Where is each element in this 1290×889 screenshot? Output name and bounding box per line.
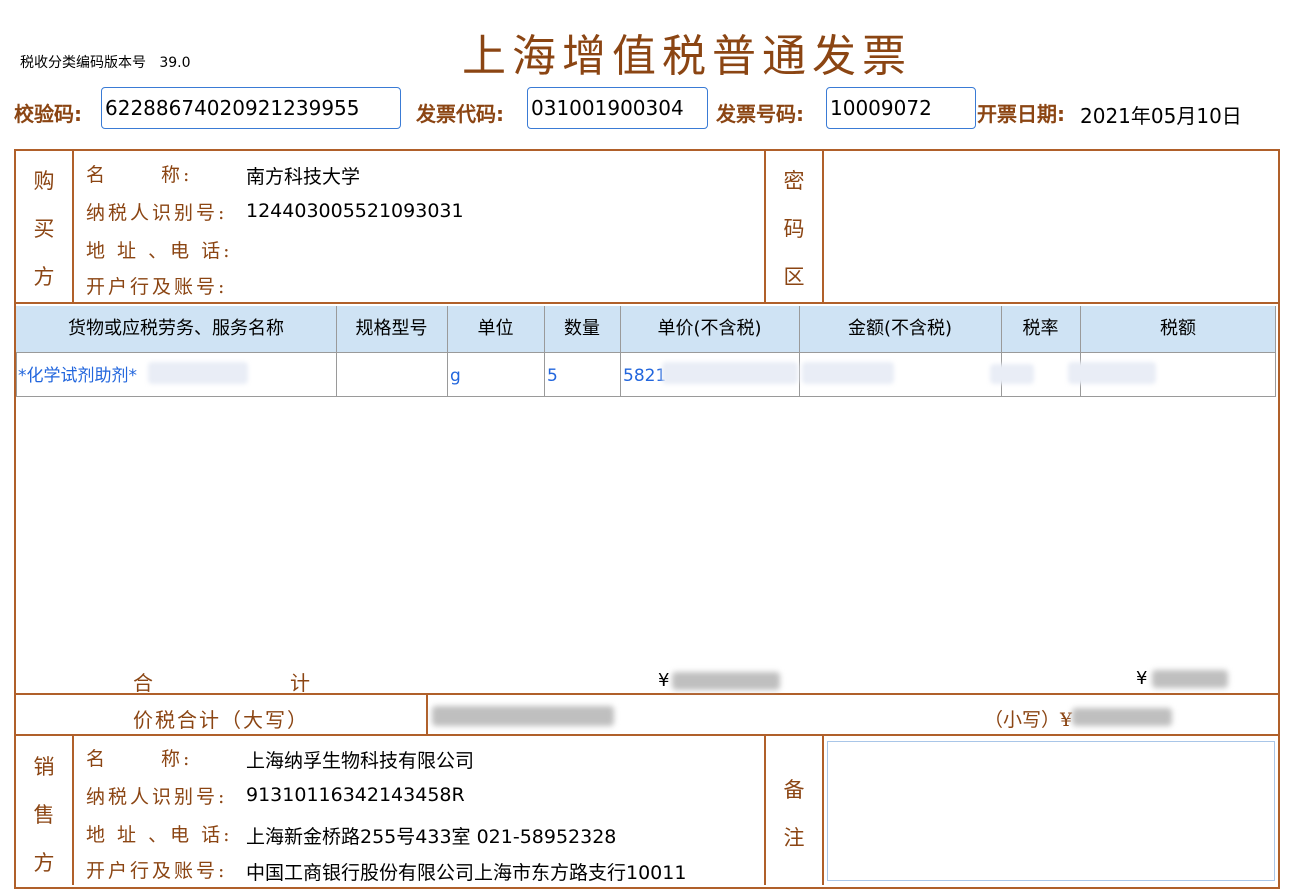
invoice-number-field[interactable]: 10009072 <box>826 87 976 129</box>
remarks-char-1: 备 <box>783 778 805 802</box>
col-line-1 <box>336 306 337 396</box>
item-qty: 5 <box>547 366 558 386</box>
total-small-label: （小写）¥ <box>984 709 1073 731</box>
redaction-total-caps <box>432 706 614 726</box>
th-tax: 税额 <box>1160 318 1196 339</box>
col-line-5 <box>799 306 800 396</box>
invoice-title: 上海增值税普通发票 <box>462 31 912 82</box>
buyer-name-label: 名 称: <box>86 164 193 186</box>
redaction-item-rate <box>990 364 1034 384</box>
cipher-char-2: 码 <box>783 217 805 241</box>
seller-char-3: 方 <box>33 851 55 875</box>
invoice-code-field[interactable]: 031001900304 <box>527 87 708 129</box>
buyer-bank-label: 开户行及账号: <box>86 276 228 298</box>
caps-col-line <box>426 694 428 735</box>
total-amount: ¥ <box>658 670 670 691</box>
seller-char-2: 售 <box>33 803 55 827</box>
total-tax: ¥ <box>1136 668 1148 689</box>
th-spec: 规格型号 <box>355 318 428 339</box>
col-line-0 <box>16 352 17 396</box>
remark-col-line <box>822 735 824 885</box>
cipher-char-3: 区 <box>783 265 805 289</box>
total-caps-label: 价税合计（大写） <box>133 708 309 732</box>
col-line-2 <box>447 306 448 396</box>
sum-label-2: 计 <box>290 671 310 695</box>
buyer-taxid-label: 纳税人识别号: <box>86 202 228 224</box>
seller-taxid: 91310116342143458R <box>246 784 465 806</box>
redaction-item-amount <box>802 362 894 384</box>
item-unit: g <box>450 366 461 386</box>
invoice-code-label: 发票代码: <box>416 102 504 126</box>
th-qty: 数量 <box>564 318 600 339</box>
seller-address: 上海新金桥路255号433室 021-58952328 <box>246 826 617 848</box>
item-name-text: *化学试剂助剂* <box>18 366 137 386</box>
cipher-col-line <box>822 149 824 303</box>
buyer-section-label: 购 买 方 <box>16 157 72 301</box>
th-amount: 金额(不含税) <box>847 318 953 339</box>
buyer-char-1: 购 <box>33 169 55 193</box>
remarks-char-2: 注 <box>783 826 805 850</box>
invoice-number-label: 发票号码: <box>716 102 804 126</box>
version-info: 税收分类编码版本号 39.0 <box>20 52 191 72</box>
redaction-item-price <box>662 362 798 384</box>
th-price: 单价(不含税) <box>657 318 762 339</box>
cipher-char-1: 密 <box>783 169 805 193</box>
col-line-8 <box>1275 306 1276 396</box>
remarks-box[interactable] <box>827 741 1275 881</box>
col-line-4 <box>620 306 621 396</box>
redaction-item-name <box>148 362 248 384</box>
buyer-col-line <box>72 149 74 303</box>
invoice-date: 2021年05月10日 <box>1080 104 1242 128</box>
th-rate: 税率 <box>1022 318 1059 339</box>
sum-label-1: 合 <box>133 671 153 695</box>
th-name: 货物或应税劳务、服务名称 <box>68 318 284 339</box>
buyer-char-3: 方 <box>33 265 55 289</box>
col-line-3 <box>544 306 545 396</box>
buyer-char-2: 买 <box>33 217 55 241</box>
divider-caps-seller <box>14 734 1280 736</box>
buyer-address-label: 地 址 、电 话: <box>86 240 233 262</box>
seller-section-label: 销 售 方 <box>16 743 72 887</box>
row-bottom-line <box>16 396 1276 397</box>
version-label: 税收分类编码版本号 <box>20 55 146 71</box>
buyer-name: 南方科技大学 <box>246 166 361 188</box>
seller-name-label: 名 称: <box>86 748 193 770</box>
check-code-label: 校验码: <box>14 102 82 126</box>
remarks-section-label: 备 注 <box>766 766 822 862</box>
buyer-taxid: 124403005521093031 <box>246 200 464 222</box>
version-value: 39.0 <box>159 55 191 71</box>
divider-totals-caps <box>14 693 1280 695</box>
redaction-item-tax <box>1068 362 1156 384</box>
redaction-total-tax <box>1152 670 1228 688</box>
seller-char-1: 销 <box>33 755 55 779</box>
seller-taxid-label: 纳税人识别号: <box>86 786 228 808</box>
check-code-field[interactable]: 62288674020921239955 <box>101 87 401 129</box>
cipher-section-label: 密 码 区 <box>766 157 822 301</box>
seller-col-line <box>72 735 74 885</box>
redaction-total-small <box>1072 708 1172 726</box>
seller-name: 上海纳孚生物科技有限公司 <box>246 750 475 772</box>
divider-buyer-items <box>14 302 1280 304</box>
seller-bank: 中国工商银行股份有限公司上海市东方路支行10011 <box>246 862 687 884</box>
th-unit: 单位 <box>477 318 514 339</box>
seller-address-label: 地 址 、电 话: <box>86 824 233 846</box>
date-label: 开票日期: <box>977 102 1065 126</box>
redaction-total-amount <box>672 672 780 690</box>
